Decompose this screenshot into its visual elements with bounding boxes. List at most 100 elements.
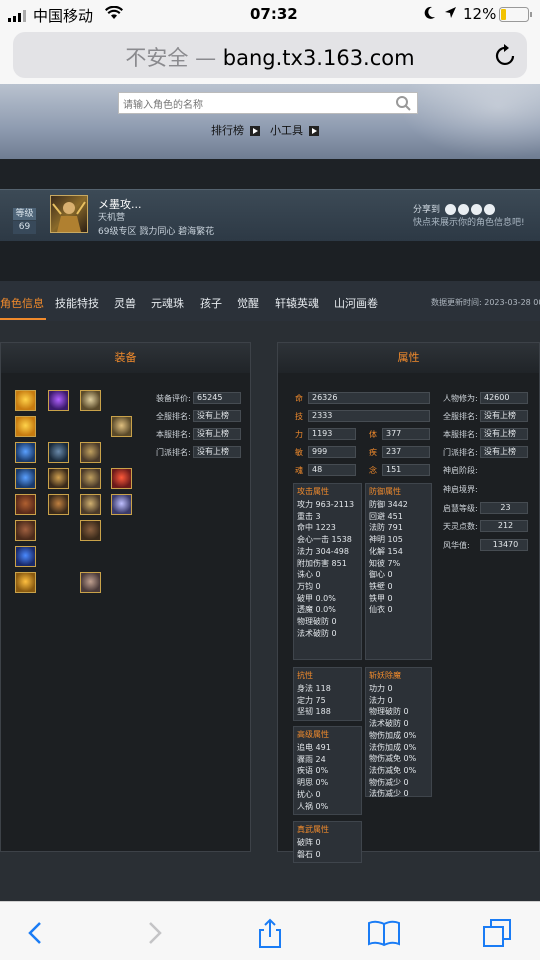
- equipment-panel: 装备 装备评价: 65245 全服排名: 没有上榜 本服排名: 没有上榜 门派排…: [0, 342, 251, 852]
- wisdom-level-value: 23: [480, 502, 528, 514]
- location-icon: [444, 6, 457, 24]
- star-icon[interactable]: [483, 204, 495, 215]
- equipment-slot[interactable]: [15, 520, 36, 541]
- all-server-rank-value: 没有上榜: [480, 410, 528, 422]
- attribute-title: 属性: [278, 343, 539, 373]
- wifi-icon: [105, 5, 123, 24]
- equipment-slot[interactable]: [80, 468, 101, 489]
- stat-speed-label: 疾: [369, 448, 377, 457]
- attribute-line: 御心 0: [369, 570, 393, 580]
- search-icon[interactable]: [395, 95, 411, 111]
- equipment-slot[interactable]: [80, 390, 101, 411]
- attribute-line: 法力 304-498: [297, 546, 349, 556]
- tab-soul-orb[interactable]: 元魂珠: [151, 295, 184, 311]
- attribute-line: 会心一击 1538: [297, 535, 352, 545]
- zhenwu-attributes: 真武属性 破阵 0 磐石 0: [293, 821, 362, 863]
- active-tab-indicator: [0, 318, 46, 320]
- attack-title: 攻击属性: [297, 487, 329, 496]
- url-field[interactable]: 不安全 — bang.tx3.163.com: [13, 32, 527, 78]
- tabs-icon[interactable]: [481, 917, 513, 949]
- tab-skills[interactable]: 技能特技: [55, 295, 99, 311]
- qq-icon[interactable]: [457, 204, 469, 215]
- role-search-box: [118, 92, 418, 116]
- equipment-slot[interactable]: [15, 468, 36, 489]
- weibo-icon[interactable]: [444, 204, 456, 215]
- avatar: [50, 195, 88, 233]
- equipment-slot[interactable]: [15, 390, 36, 411]
- equipment-slot[interactable]: [111, 416, 132, 437]
- equip-sect-rank-value: 没有上榜: [193, 446, 241, 458]
- ranking-link[interactable]: 排行榜: [211, 122, 260, 138]
- attribute-line: 功力 0: [369, 684, 393, 693]
- carrier-name: 中国移动: [33, 7, 94, 25]
- back-icon[interactable]: [22, 917, 54, 949]
- equipment-slot[interactable]: [80, 494, 101, 515]
- tools-link[interactable]: 小工具: [270, 122, 319, 138]
- equipment-slot[interactable]: [15, 572, 36, 593]
- character-server: 69级专区 戮力同心 碧海繁花: [98, 227, 215, 237]
- attribute-line: 法术破防 0: [369, 719, 409, 729]
- resist-attributes: 抗性 身法 118 定力 75 坚韧 188: [293, 667, 362, 721]
- bookmarks-icon[interactable]: [367, 917, 400, 949]
- attribute-line: 法防 791: [369, 523, 403, 533]
- equipment-slot[interactable]: [48, 494, 69, 515]
- reload-icon[interactable]: [495, 43, 517, 71]
- equipment-slot[interactable]: [15, 494, 36, 515]
- all-server-rank-label: 全服排名:: [443, 412, 478, 421]
- tab-role-info[interactable]: 角色信息: [0, 295, 44, 311]
- role-search-input[interactable]: [119, 95, 389, 116]
- attribute-line: 定力 75: [297, 695, 326, 705]
- sect-rank-value: 没有上榜: [480, 446, 528, 458]
- attribute-line: 追电 491: [297, 743, 331, 752]
- stat-speed-value: 237: [382, 446, 430, 458]
- attribute-line: 扰心 0: [297, 789, 321, 799]
- attribute-line: 物伤加成 0%: [369, 730, 417, 740]
- attribute-line: 铁甲 0: [369, 593, 393, 603]
- renren-icon[interactable]: [470, 204, 482, 215]
- share-icon[interactable]: [254, 917, 286, 949]
- tab-pets[interactable]: 灵兽: [114, 295, 136, 311]
- stat-str-label: 力: [295, 430, 303, 439]
- insecure-label: 不安全: [125, 46, 189, 70]
- stat-str-value: 1193: [308, 428, 356, 440]
- tianling-points-label: 天灵点数:: [443, 522, 478, 531]
- profile-tabs: 角色信息 技能特技 灵兽 元魂珠 孩子 觉醒 轩辕英魂 山河画卷 数据更新时间:…: [0, 281, 540, 321]
- equip-server-rank-label: 全服排名:: [156, 412, 191, 421]
- dark-band: [0, 241, 540, 281]
- equipment-slot[interactable]: [111, 494, 132, 515]
- battery-icon: [499, 7, 533, 26]
- tab-xuanyuan[interactable]: 轩辕英魂: [275, 295, 319, 311]
- update-time-label: 数据更新时间:: [431, 298, 482, 307]
- equipment-slot[interactable]: [15, 416, 36, 437]
- ranking-link-label: 排行榜: [211, 124, 244, 137]
- level-label: 等级: [13, 208, 36, 220]
- signal-icon: [8, 8, 30, 26]
- equipment-slot[interactable]: [80, 442, 101, 463]
- attribute-line: 法伤加成 0%: [369, 742, 417, 752]
- equip-score-value: 65245: [193, 392, 241, 404]
- equipment-slot[interactable]: [48, 390, 69, 411]
- clock: 07:32: [250, 5, 298, 23]
- character-class: 天机营: [98, 213, 126, 223]
- attribute-line: 骤雨 24: [297, 754, 326, 764]
- attribute-line: 万钧 0: [297, 581, 321, 591]
- equipment-slot[interactable]: [80, 572, 101, 593]
- equipment-slot[interactable]: [48, 468, 69, 489]
- tianling-points-value: 212: [480, 520, 528, 532]
- tab-landscape[interactable]: 山河画卷: [334, 295, 378, 311]
- equipment-slot[interactable]: [48, 442, 69, 463]
- equipment-slot[interactable]: [111, 468, 132, 489]
- tab-children[interactable]: 孩子: [200, 295, 222, 311]
- attribute-line: 法伤减少 0: [369, 789, 409, 799]
- shenqi-stage-label: 神启阶段:: [443, 466, 478, 475]
- equipment-slot[interactable]: [15, 442, 36, 463]
- attribute-line: 铁壁 0: [369, 581, 393, 591]
- equip-score-label: 装备评价:: [156, 394, 191, 403]
- equipment-slot[interactable]: [15, 546, 36, 567]
- cultivation-label: 人物修为:: [443, 394, 478, 403]
- advanced-list: 追电 491 骤雨 24 疾语 0% 明思 0% 扰心 0 人祸 0%: [294, 742, 361, 812]
- forward-icon[interactable]: [138, 917, 170, 949]
- tab-awakening[interactable]: 觉醒: [237, 295, 259, 311]
- tools-link-label: 小工具: [270, 124, 303, 137]
- equipment-slot[interactable]: [80, 520, 101, 541]
